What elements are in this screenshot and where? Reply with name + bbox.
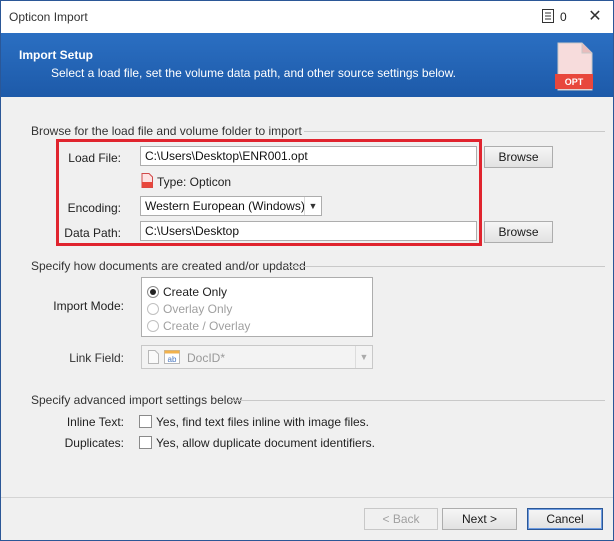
import-mode-label: Import Mode: [53,299,124,313]
radio-label: Overlay Only [163,302,233,316]
duplicates-option[interactable]: Yes, allow duplicate document identifier… [156,436,375,450]
opticon-import-dialog: Opticon Import 0 ✕ Import Setup Select a… [0,0,614,541]
svg-text:ab: ab [168,355,177,364]
section-divider [228,400,605,401]
window-title: Opticon Import [9,10,88,24]
documents-section-heading: Specify how documents are created and/or… [31,259,306,273]
back-button: < Back [364,508,438,530]
import-mode-create-only[interactable]: Create Only [147,284,227,300]
duplicates-checkbox[interactable] [139,436,152,449]
radio-label: Create Only [163,285,228,299]
radio-button [147,303,159,315]
opt-file-icon: OPT [554,42,594,92]
text-field-icon: ab [164,350,180,367]
inline-text-label: Inline Text: [66,415,124,429]
title-bar: Opticon Import 0 ✕ [1,1,613,33]
browse-section-heading: Browse for the load file and volume fold… [31,124,302,138]
duplicates-label: Duplicates: [64,436,124,450]
advanced-section-heading: Specify advanced import settings below [31,393,242,407]
link-field-value: DocID* [187,351,226,365]
footer-divider [1,497,613,498]
next-button[interactable]: Next > [442,508,517,530]
radio-label: Create / Overlay [163,319,251,333]
notes-count: 0 [560,10,567,24]
link-field-label: Link Field: [69,351,124,365]
radio-button[interactable] [147,286,159,298]
notes-icon [542,8,554,26]
import-mode-overlay-only: Overlay Only [147,301,232,317]
document-icon [148,350,159,367]
inline-text-option[interactable]: Yes, find text files inline with image f… [156,415,369,429]
radio-button [147,320,159,332]
opt-icon-label: OPT [565,77,584,87]
highlight-annotation [56,139,482,246]
import-mode-create-overlay: Create / Overlay [147,318,250,334]
load-file-browse-button[interactable]: Browse [484,146,553,168]
section-divider [304,131,605,132]
header-subtitle: Select a load file, set the volume data … [51,66,456,80]
close-icon[interactable]: ✕ [585,7,605,27]
link-field-select: ab DocID* ▼ [141,345,373,369]
header-title: Import Setup [19,48,93,62]
inline-text-checkbox[interactable] [139,415,152,428]
wizard-header: Import Setup Select a load file, set the… [1,33,613,97]
notes-indicator[interactable]: 0 [542,7,576,27]
section-divider [287,266,605,267]
data-path-browse-button[interactable]: Browse [484,221,553,243]
chevron-down-icon: ▼ [355,346,372,368]
import-mode-group: Create Only Overlay Only Create / Overla… [141,277,373,337]
cancel-button[interactable]: Cancel [527,508,603,530]
